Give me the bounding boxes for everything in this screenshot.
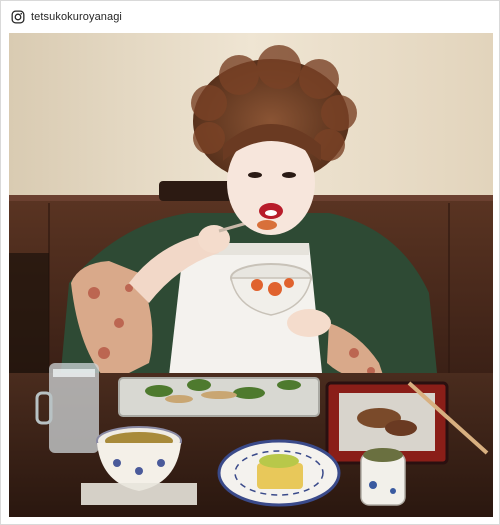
post-header: tetsukokuroyanagi: [11, 7, 122, 27]
post-card: tetsukokuroyanagi: [0, 0, 500, 525]
chair: [159, 181, 239, 201]
username-link[interactable]: tetsukokuroyanagi: [31, 11, 122, 23]
instagram-icon[interactable]: [11, 10, 25, 24]
post-photo[interactable]: [9, 33, 493, 517]
photo-illustration: [9, 33, 493, 517]
